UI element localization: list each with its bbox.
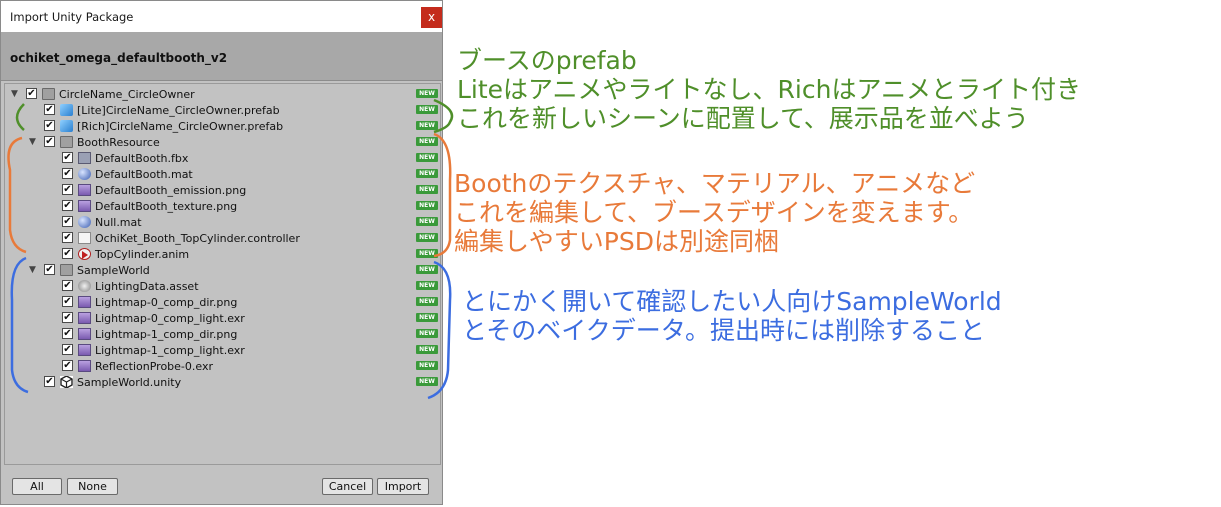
green-note-line-2: Liteはアニメやライトなし、Richはアニメとライト付き <box>457 75 1081 104</box>
orange-bracket-left <box>7 136 27 254</box>
orange-note-line-1: Boothのテクスチャ、マテリアル、アニメなど <box>454 169 976 198</box>
annotation-brackets <box>7 98 454 400</box>
blue-note-line-2: とそのベイクデータ。提出時には削除すること <box>462 316 986 345</box>
blue-note-line-1: とにかく開いて確認したい人向けSampleWorld <box>462 287 1002 316</box>
green-bracket-right <box>433 98 454 134</box>
blue-bracket-right <box>427 260 452 400</box>
orange-bracket-right <box>433 132 452 258</box>
blue-bracket-left <box>10 256 29 394</box>
green-note-line-3: これを新しいシーンに配置して、展示品を並べよう <box>457 104 1029 133</box>
orange-note-line-3: 編集しやすいPSDは別途同梱 <box>454 227 779 256</box>
orange-note-line-2: これを編集して、ブースデザインを変えます。 <box>454 198 974 227</box>
green-bracket-left <box>15 103 25 131</box>
green-note-line-1: ブースのprefab <box>457 46 637 75</box>
